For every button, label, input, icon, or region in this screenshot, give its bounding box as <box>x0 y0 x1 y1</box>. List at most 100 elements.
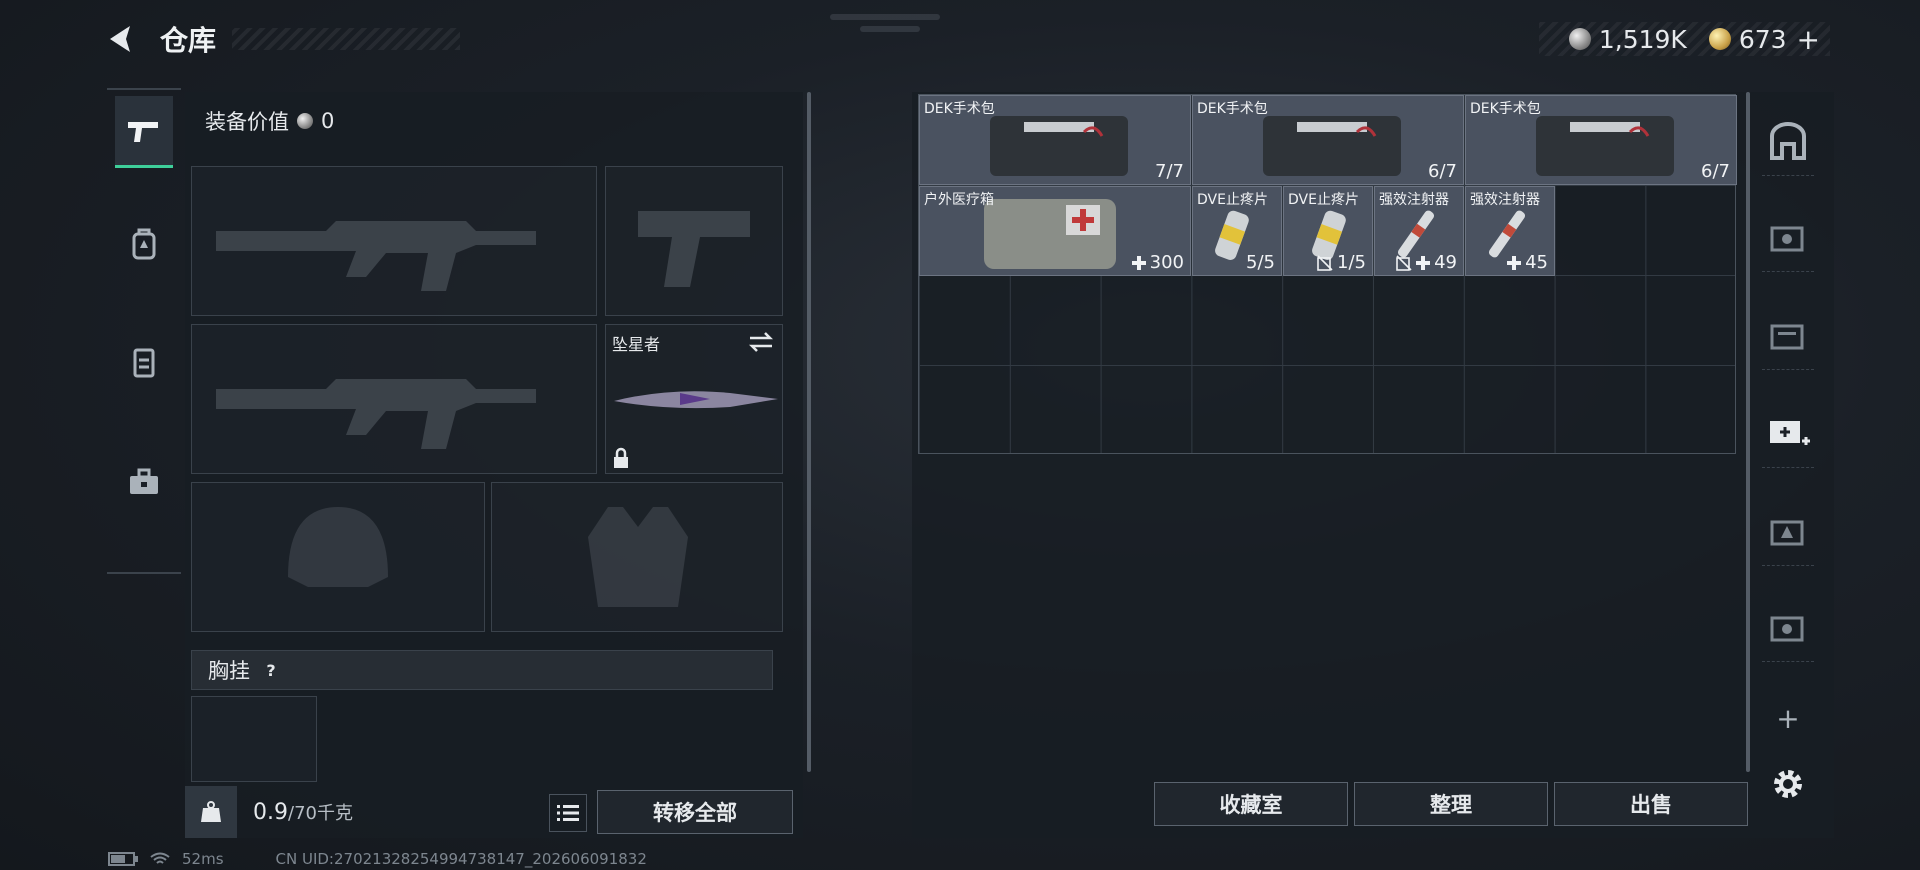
gold-coin-icon <box>1708 28 1731 50</box>
equip-value-amount: 0 <box>321 109 335 133</box>
helmet-slot[interactable] <box>191 482 485 632</box>
weight-icon <box>185 786 237 838</box>
transfer-all-button[interactable]: 转移全部 <box>597 790 793 834</box>
tab-storage-5[interactable] <box>1762 592 1814 662</box>
item-count: 7/7 <box>1155 161 1184 182</box>
help-icon[interactable]: ? <box>260 659 282 681</box>
weight-readout: 0.9/70千克 <box>253 799 353 825</box>
add-tab-button[interactable]: + <box>1758 702 1818 735</box>
storage-tabs: + <box>1758 92 1818 838</box>
rifle-silhouette-icon <box>216 221 536 291</box>
item-medkit[interactable]: 户外医疗箱 300 <box>919 186 1191 276</box>
header: 仓库 <box>100 18 460 60</box>
item-name: DEK手术包 <box>1197 101 1268 117</box>
silver-coin-icon <box>297 113 313 129</box>
surgical-kit-icon <box>1536 116 1674 176</box>
item-count: 6/7 <box>1428 161 1457 182</box>
storage-panel: DEK手术包 7/7 DEK手术包 6/7 DEK手术包 6/7 户外医疗箱 3… <box>912 92 1834 838</box>
item-surgical-kit[interactable]: DEK手术包 6/7 <box>1192 95 1464 185</box>
page-title: 仓库 <box>160 24 217 57</box>
armor-slot[interactable] <box>491 482 783 632</box>
weight-max: /70千克 <box>288 803 353 824</box>
melee-name: 坠星者 <box>612 335 661 354</box>
silver-coin-icon <box>1568 28 1591 50</box>
item-painkiller[interactable]: DVE止疼片 1/5 <box>1283 186 1373 276</box>
item-name: DEK手术包 <box>924 101 995 117</box>
item-count: 6/7 <box>1701 161 1730 182</box>
swap-icon[interactable] <box>748 331 774 353</box>
storage-icon <box>1770 324 1804 349</box>
item-name: DVE止疼片 <box>1197 192 1268 208</box>
tab-backpack[interactable] <box>115 208 173 280</box>
tab-storage-4[interactable] <box>1762 202 1814 272</box>
item-name: DEK手术包 <box>1470 101 1541 117</box>
item-count: 49 <box>1396 252 1457 273</box>
tab-storage-3[interactable] <box>1762 496 1814 566</box>
plus-icon <box>1507 255 1522 270</box>
user-uid: CN UID:27021328254994738147_202606091832 <box>275 850 647 868</box>
tab-armor[interactable] <box>115 326 173 398</box>
pistol-silhouette-icon <box>638 211 750 287</box>
item-surgical-kit[interactable]: DEK手术包 7/7 <box>919 95 1191 185</box>
pistol-icon <box>128 121 158 142</box>
lock-icon <box>614 447 628 468</box>
tab-add-storage[interactable] <box>1762 398 1814 468</box>
toolbox-icon <box>130 468 158 494</box>
knife-icon <box>614 391 778 409</box>
sidearm-slot[interactable] <box>605 166 783 316</box>
title-stripe <box>232 28 460 50</box>
item-painkiller[interactable]: DVE止疼片 5/5 <box>1192 186 1282 276</box>
plus-icon <box>1416 255 1431 270</box>
item-name: 强效注射器 <box>1470 192 1540 208</box>
item-stim-injector[interactable]: 强效注射器 49 <box>1374 186 1464 276</box>
secondary-weapon-slot[interactable] <box>191 324 597 474</box>
pill-bottle-icon <box>1215 210 1249 260</box>
item-name: 强效注射器 <box>1379 192 1449 208</box>
storage-scrollbar[interactable] <box>1746 92 1750 772</box>
no-repair-icon <box>1317 254 1333 271</box>
gold-value: 673 <box>1738 24 1787 54</box>
collection-button[interactable]: 收藏室 <box>1154 782 1348 826</box>
equip-value: 装备价值 0 <box>205 106 334 136</box>
item-name: 户外医疗箱 <box>924 192 994 208</box>
settings-icon[interactable] <box>1768 764 1808 804</box>
surgical-kit-icon <box>1263 116 1401 176</box>
ping-value: 52ms <box>182 850 224 868</box>
back-arrow-icon <box>110 26 130 52</box>
item-count: 5/5 <box>1246 252 1275 273</box>
item-stim-injector[interactable]: 强效注射器 45 <box>1465 186 1555 276</box>
storage-grid: DEK手术包 7/7 DEK手术包 6/7 DEK手术包 6/7 户外医疗箱 3… <box>918 94 1737 454</box>
sell-button[interactable]: 出售 <box>1554 782 1748 826</box>
backpack-icon <box>132 228 156 260</box>
tab-storage-2[interactable] <box>1762 300 1814 370</box>
status-bar: 52ms CN UID:27021328254994738147_2026060… <box>108 850 647 868</box>
loadout-panel: 装备价值 0 坠星者 胸挂 ? 0.9/70千克 转移全部 <box>185 92 811 838</box>
list-button[interactable] <box>549 794 587 832</box>
tab-vault[interactable] <box>1762 106 1814 176</box>
silver-value: 1,519K <box>1598 24 1687 54</box>
item-count: 300 <box>1131 252 1184 273</box>
storage-icon <box>1770 616 1804 641</box>
organize-button[interactable]: 整理 <box>1354 782 1548 826</box>
melee-slot[interactable]: 坠星者 <box>605 324 783 474</box>
loadout-scrollbar[interactable] <box>807 92 811 772</box>
weight-current: 0.9 <box>253 800 288 825</box>
chest-rig-slot[interactable] <box>191 696 317 782</box>
storage-icon <box>1770 226 1804 251</box>
tab-weapons[interactable] <box>115 96 173 168</box>
item-count: 45 <box>1507 252 1548 273</box>
item-surgical-kit[interactable]: DEK手术包 6/7 <box>1465 95 1737 185</box>
primary-weapon-slot[interactable] <box>191 166 597 316</box>
back-button[interactable] <box>100 18 142 60</box>
add-storage-icon <box>1770 420 1810 445</box>
helmet-silhouette-icon <box>288 507 388 587</box>
wifi-icon <box>150 852 170 864</box>
plus-icon <box>1131 255 1146 270</box>
armor-icon <box>133 348 155 378</box>
item-count: 1/5 <box>1317 252 1366 273</box>
no-repair-icon <box>1396 254 1412 271</box>
storage-icon <box>1770 520 1804 545</box>
equip-value-label: 装备价值 <box>205 110 289 134</box>
tab-supplies[interactable] <box>115 446 173 518</box>
add-currency-button[interactable]: + <box>1797 23 1820 56</box>
